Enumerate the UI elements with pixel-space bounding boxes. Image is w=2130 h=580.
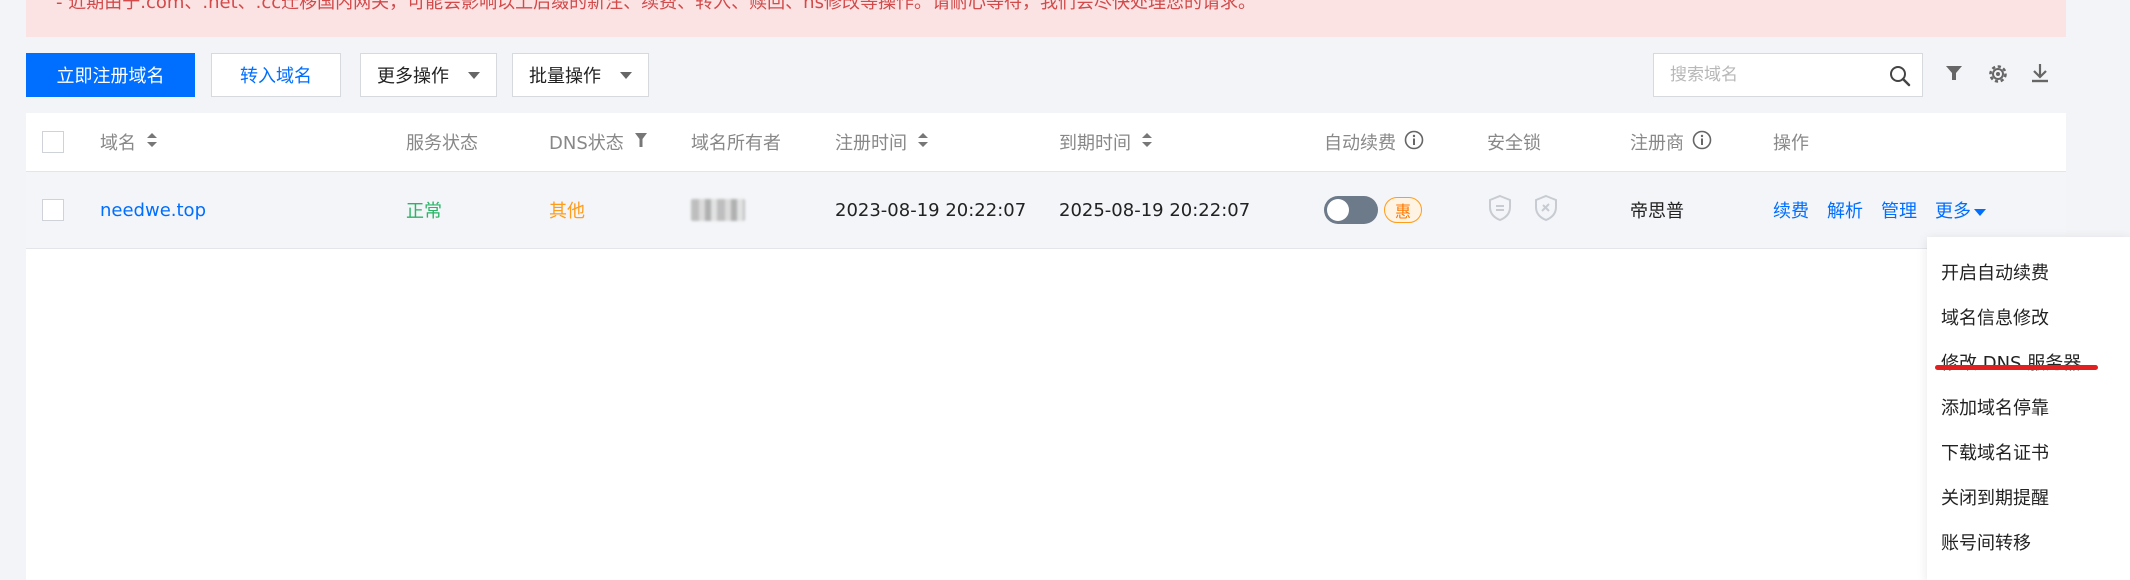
col-expire-time[interactable]: 到期时间 bbox=[1059, 113, 1153, 171]
sort-icon[interactable] bbox=[1141, 132, 1153, 153]
menu-item-account-transfer[interactable]: 账号间转移 bbox=[1941, 529, 2031, 559]
discount-badge[interactable]: 惠 bbox=[1384, 197, 1422, 223]
auto-renew-toggle[interactable] bbox=[1324, 196, 1378, 224]
shield-lock-icon[interactable] bbox=[1487, 194, 1513, 227]
col-domain-label: 域名 bbox=[100, 133, 136, 154]
transfer-in-button[interactable]: 转入域名 bbox=[211, 53, 341, 97]
search-input[interactable] bbox=[1668, 64, 1882, 86]
caret-down-icon bbox=[468, 72, 480, 79]
col-actions-label: 操作 bbox=[1773, 133, 1809, 154]
col-auto-renew-label: 自动续费 bbox=[1324, 133, 1396, 154]
info-icon[interactable] bbox=[1692, 130, 1712, 155]
caret-down-icon bbox=[620, 72, 632, 79]
col-security-lock-label: 安全锁 bbox=[1487, 133, 1541, 154]
filter-icon[interactable] bbox=[634, 132, 648, 153]
batch-actions-dropdown[interactable]: 批量操作 bbox=[512, 53, 649, 97]
col-registrar: 注册商 bbox=[1630, 113, 1712, 171]
resolve-link[interactable]: 解析 bbox=[1827, 197, 1863, 223]
menu-item-edit-domain-info[interactable]: 域名信息修改 bbox=[1941, 304, 2049, 334]
shield-lock-icon[interactable] bbox=[1533, 194, 1559, 227]
sort-icon[interactable] bbox=[146, 132, 158, 153]
col-registrar-label: 注册商 bbox=[1630, 133, 1684, 154]
col-service-status: 服务状态 bbox=[406, 113, 478, 171]
col-dns-status-label: DNS状态 bbox=[549, 133, 624, 154]
select-all-checkbox[interactable] bbox=[42, 131, 64, 153]
filter-icon[interactable] bbox=[1943, 62, 1965, 88]
notice-banner: - 近期由于.com、.net、.cc迁移国内网关，可能会影响以上后缀的新注、续… bbox=[26, 0, 2066, 37]
caret-down-icon bbox=[1974, 208, 1986, 216]
menu-item-download-certificate[interactable]: 下载域名证书 bbox=[1941, 439, 2049, 469]
batch-actions-label: 批量操作 bbox=[529, 66, 601, 87]
more-link-label: 更多 bbox=[1935, 201, 1971, 222]
info-icon[interactable] bbox=[1404, 130, 1424, 155]
reg-time-value: 2023-08-19 20:22:07 bbox=[835, 199, 1027, 221]
menu-item-disable-expiry-reminder[interactable]: 关闭到期提醒 bbox=[1941, 484, 2049, 514]
notice-text: - 近期由于.com、.net、.cc迁移国内网关，可能会影响以上后缀的新注、续… bbox=[56, 0, 1256, 13]
domain-table: 域名 服务状态 DNS状态 域名所有者 注册时间 到期时间 自动续费 安全锁 注… bbox=[26, 113, 2066, 580]
col-service-status-label: 服务状态 bbox=[406, 133, 478, 154]
auto-renew-cell: 惠 bbox=[1324, 172, 1422, 248]
download-icon[interactable] bbox=[2029, 62, 2051, 88]
row-checkbox[interactable] bbox=[42, 199, 64, 221]
register-domain-button[interactable]: 立即注册域名 bbox=[26, 53, 195, 97]
table-row: needwe.top 正常 其他 2023-08-19 20:22:07 202… bbox=[26, 172, 2066, 249]
menu-item-modify-dns-servers[interactable]: 修改 DNS 服务器 bbox=[1941, 349, 2081, 379]
col-actions: 操作 bbox=[1773, 113, 1809, 171]
more-actions-menu: 开启自动续费 域名信息修改 修改 DNS 服务器 添加域名停靠 下载域名证书 关… bbox=[1927, 237, 2130, 580]
col-dns-status[interactable]: DNS状态 bbox=[549, 113, 648, 171]
search-box bbox=[1653, 53, 1923, 97]
sort-icon[interactable] bbox=[917, 132, 929, 153]
menu-item-enable-auto-renew[interactable]: 开启自动续费 bbox=[1941, 259, 2049, 289]
col-reg-time[interactable]: 注册时间 bbox=[835, 113, 929, 171]
owner-blurred-image bbox=[691, 199, 745, 221]
col-domain[interactable]: 域名 bbox=[100, 113, 158, 171]
manage-link[interactable]: 管理 bbox=[1881, 197, 1917, 223]
expire-time-value: 2025-08-19 20:22:07 bbox=[1059, 199, 1251, 221]
gear-icon[interactable] bbox=[1986, 62, 2010, 90]
renew-link[interactable]: 续费 bbox=[1773, 197, 1809, 223]
owner-value bbox=[691, 172, 745, 248]
dns-status-value: 其他 bbox=[549, 201, 585, 222]
search-icon[interactable] bbox=[1888, 64, 1912, 92]
service-status-value: 正常 bbox=[406, 201, 442, 222]
more-link[interactable]: 更多 bbox=[1935, 197, 1986, 223]
security-lock-cell bbox=[1487, 172, 1559, 248]
col-expire-time-label: 到期时间 bbox=[1059, 133, 1131, 154]
highlight-underline bbox=[1935, 365, 2098, 370]
registrar-value: 帝思普 bbox=[1630, 201, 1684, 222]
more-actions-dropdown[interactable]: 更多操作 bbox=[360, 53, 497, 97]
more-actions-label: 更多操作 bbox=[377, 66, 449, 87]
table-header: 域名 服务状态 DNS状态 域名所有者 注册时间 到期时间 自动续费 安全锁 注… bbox=[26, 113, 2066, 172]
col-auto-renew: 自动续费 bbox=[1324, 113, 1424, 171]
domain-link[interactable]: needwe.top bbox=[100, 172, 206, 248]
menu-item-add-domain-parking[interactable]: 添加域名停靠 bbox=[1941, 394, 2049, 424]
col-owner-label: 域名所有者 bbox=[691, 133, 781, 154]
col-owner: 域名所有者 bbox=[691, 113, 781, 171]
col-reg-time-label: 注册时间 bbox=[835, 133, 907, 154]
col-security-lock: 安全锁 bbox=[1487, 113, 1541, 171]
